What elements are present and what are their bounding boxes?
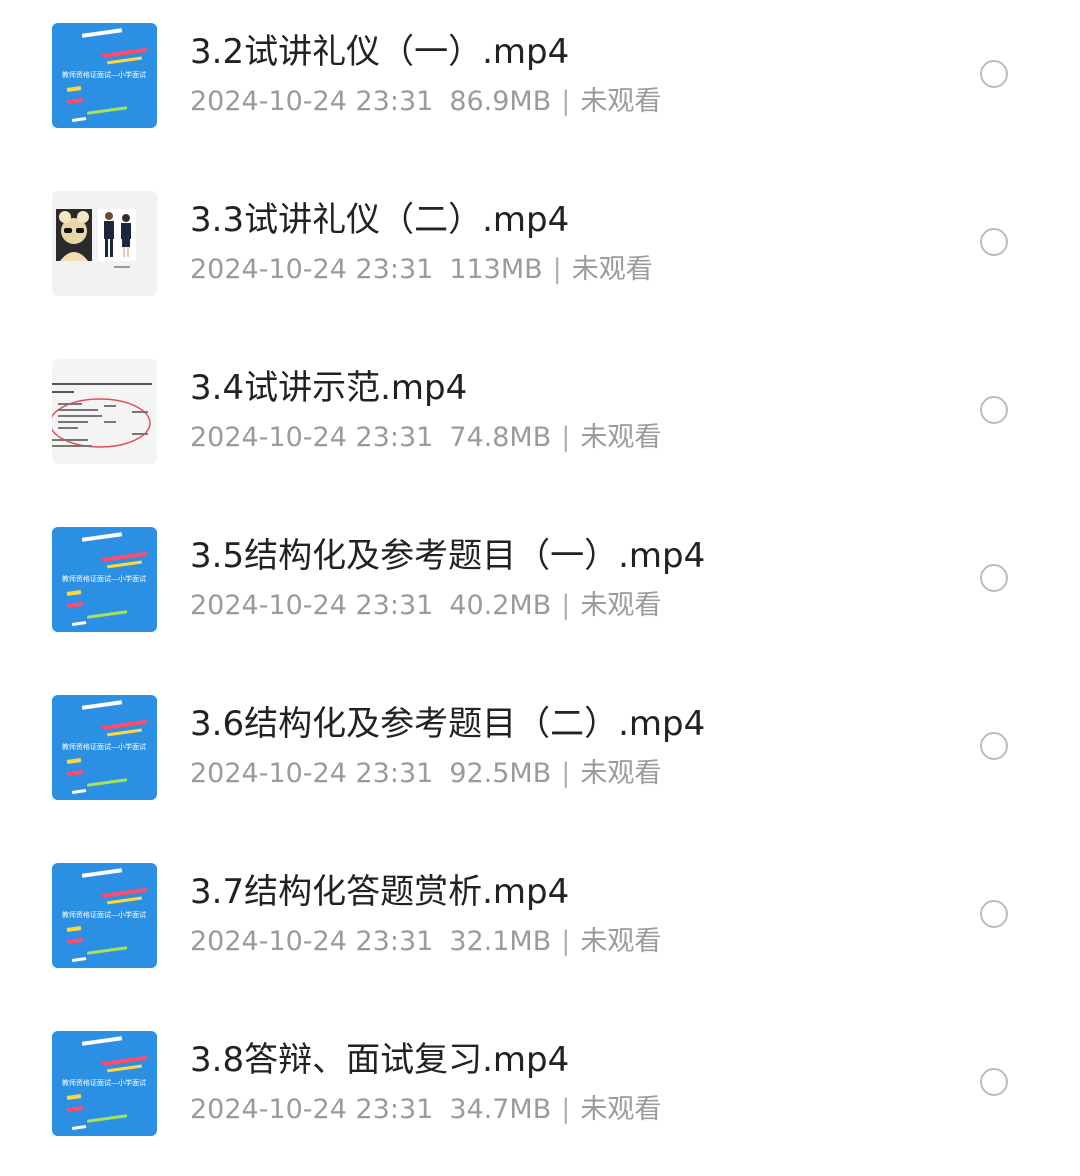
thumb-caption: 教师资格证面试—小学面试 xyxy=(62,574,146,583)
file-item[interactable]: 教师资格证面试—小学面试 3.2试讲礼仪（一）.mp4 2024-10-24 2… xyxy=(0,0,1080,168)
course-cover-image: 教师资格证面试—小学面试 xyxy=(52,863,157,968)
video-thumbnail[interactable]: 教师资格证面试—小学面试 xyxy=(52,695,157,800)
file-item[interactable]: 3.4试讲示范.mp4 2024-10-24 23:31 74.8MB | 未观看 xyxy=(0,336,1080,504)
file-size: 34.7MB xyxy=(449,1094,552,1125)
video-thumbnail[interactable] xyxy=(52,359,157,464)
file-date: 2024-10-24 23:31 xyxy=(190,926,434,957)
file-size: 86.9MB xyxy=(449,86,552,117)
watch-status: 未观看 xyxy=(571,254,653,285)
file-item[interactable]: 教师资格证面试—小学面试 3.7结构化答题赏析.mp4 2024-10-24 2… xyxy=(0,840,1080,1008)
file-meta: 2024-10-24 23:31 40.2MB | 未观看 xyxy=(190,588,661,624)
video-thumbnail[interactable]: 教师资格证面试—小学面试 xyxy=(52,527,157,632)
file-name: 3.2试讲礼仪（一）.mp4 xyxy=(190,32,570,72)
file-name: 3.3试讲礼仪（二）.mp4 xyxy=(190,200,570,240)
select-radio-icon[interactable] xyxy=(980,396,1008,424)
file-item[interactable]: 教师资格证面试—小学面试 3.6结构化及参考题目（二）.mp4 2024-10-… xyxy=(0,672,1080,840)
course-cover-image: 教师资格证面试—小学面试 xyxy=(52,527,157,632)
file-name: 3.7结构化答题赏析.mp4 xyxy=(190,872,570,912)
file-item[interactable]: 教师资格证面试—小学面试 3.8答辩、面试复习.mp4 2024-10-24 2… xyxy=(0,1008,1080,1176)
course-cover-image: 教师资格证面试—小学面试 xyxy=(52,23,157,128)
document-slide-image xyxy=(52,359,157,464)
file-date: 2024-10-24 23:31 xyxy=(190,422,434,453)
file-date: 2024-10-24 23:31 xyxy=(190,590,434,621)
meta-separator: | xyxy=(561,926,571,957)
meta-separator: | xyxy=(561,422,571,453)
select-radio-icon[interactable] xyxy=(980,228,1008,256)
select-radio-icon[interactable] xyxy=(980,900,1008,928)
select-radio-icon[interactable] xyxy=(980,1068,1008,1096)
watch-status: 未观看 xyxy=(580,1094,662,1125)
file-date: 2024-10-24 23:31 xyxy=(190,1094,434,1125)
file-meta: 2024-10-24 23:31 86.9MB | 未观看 xyxy=(190,84,661,120)
watch-status: 未观看 xyxy=(580,422,662,453)
etiquette-people-image xyxy=(52,191,157,296)
watch-status: 未观看 xyxy=(580,758,662,789)
meta-separator: | xyxy=(561,1094,571,1125)
video-thumbnail[interactable]: 教师资格证面试—小学面试 xyxy=(52,863,157,968)
thumb-caption: 教师资格证面试—小学面试 xyxy=(62,910,146,919)
video-thumbnail[interactable] xyxy=(52,191,157,296)
video-thumbnail[interactable]: 教师资格证面试—小学面试 xyxy=(52,1031,157,1136)
file-meta: 2024-10-24 23:31 92.5MB | 未观看 xyxy=(190,756,661,792)
meta-separator: | xyxy=(561,758,571,789)
file-meta: 2024-10-24 23:31 74.8MB | 未观看 xyxy=(190,420,661,456)
file-meta: 2024-10-24 23:31 34.7MB | 未观看 xyxy=(190,1092,661,1128)
file-name: 3.8答辩、面试复习.mp4 xyxy=(190,1040,570,1080)
meta-separator: | xyxy=(552,254,562,285)
select-radio-icon[interactable] xyxy=(980,60,1008,88)
file-size: 32.1MB xyxy=(449,926,552,957)
file-date: 2024-10-24 23:31 xyxy=(190,254,434,285)
watch-status: 未观看 xyxy=(580,926,662,957)
file-date: 2024-10-24 23:31 xyxy=(190,86,434,117)
select-radio-icon[interactable] xyxy=(980,732,1008,760)
file-size: 113MB xyxy=(449,254,543,285)
file-date: 2024-10-24 23:31 xyxy=(190,758,434,789)
thumb-caption: 教师资格证面试—小学面试 xyxy=(62,742,146,751)
file-size: 40.2MB xyxy=(449,590,552,621)
file-size: 74.8MB xyxy=(449,422,552,453)
file-meta: 2024-10-24 23:31 32.1MB | 未观看 xyxy=(190,924,661,960)
watch-status: 未观看 xyxy=(580,590,662,621)
meta-separator: | xyxy=(561,86,571,117)
file-name: 3.6结构化及参考题目（二）.mp4 xyxy=(190,704,706,744)
video-thumbnail[interactable]: 教师资格证面试—小学面试 xyxy=(52,23,157,128)
file-item[interactable]: 教师资格证面试—小学面试 3.5结构化及参考题目（一）.mp4 2024-10-… xyxy=(0,504,1080,672)
file-meta: 2024-10-24 23:31 113MB | 未观看 xyxy=(190,252,653,288)
file-size: 92.5MB xyxy=(449,758,552,789)
file-item[interactable]: 3.3试讲礼仪（二）.mp4 2024-10-24 23:31 113MB | 未观看 xyxy=(0,168,1080,336)
thumb-caption: 教师资格证面试—小学面试 xyxy=(62,70,146,79)
course-cover-image: 教师资格证面试—小学面试 xyxy=(52,695,157,800)
meta-separator: | xyxy=(561,590,571,621)
watch-status: 未观看 xyxy=(580,86,662,117)
file-name: 3.4试讲示范.mp4 xyxy=(190,368,468,408)
thumb-caption: 教师资格证面试—小学面试 xyxy=(62,1078,146,1087)
file-list: 教师资格证面试—小学面试 3.2试讲礼仪（一）.mp4 2024-10-24 2… xyxy=(0,0,1080,1172)
select-radio-icon[interactable] xyxy=(980,564,1008,592)
file-name: 3.5结构化及参考题目（一）.mp4 xyxy=(190,536,706,576)
course-cover-image: 教师资格证面试—小学面试 xyxy=(52,1031,157,1136)
